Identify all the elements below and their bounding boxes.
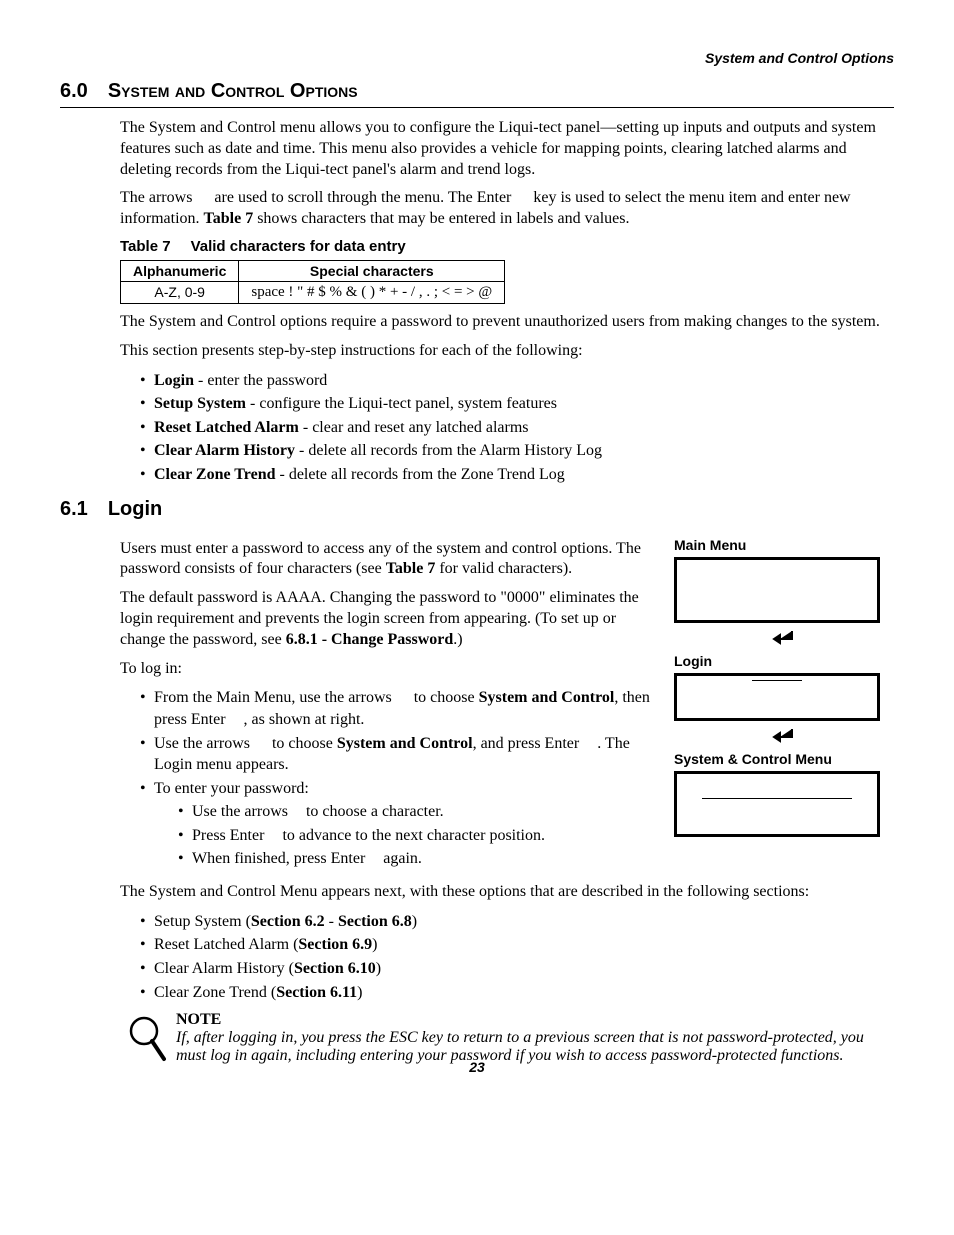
system-control-list: Login - enter the password Setup System … [140, 370, 894, 486]
screen-main-menu [674, 557, 880, 623]
td-alphanumeric: A-Z, 0-9 [121, 281, 239, 303]
list-item: To enter your password: Use the arrowsto… [140, 778, 654, 870]
heading-6-0: 6.0 System and Control Options [60, 80, 894, 108]
list-item: Reset Latched Alarm - clear and reset an… [140, 417, 894, 439]
list-item: Setup System - configure the Liqui-tect … [140, 393, 894, 415]
side-title-sys-ctrl: System & Control Menu [674, 751, 894, 767]
list-item: Press Enterto advance to the next charac… [178, 825, 654, 847]
para-intro: The System and Control menu allows you t… [120, 118, 894, 180]
para-to-login: To log in: [120, 659, 654, 680]
screen-login [674, 673, 880, 721]
para-keys: The arrows are used to scroll through th… [120, 188, 894, 230]
enter-arrow-icon [772, 629, 796, 647]
table7-caption: Table 7 Valid characters for data entry [120, 238, 894, 256]
list-item: Clear Alarm History (Section 6.10) [140, 958, 894, 980]
side-diagram: Main Menu Login System & Control Menu [674, 531, 894, 837]
heading-6-1: 6.1 Login [60, 498, 894, 521]
list-item: When finished, press Enteragain. [178, 848, 654, 870]
heading-num: 6.1 [60, 498, 88, 521]
note-block: NOTE If, after logging in, you press the… [120, 1011, 894, 1065]
side-title-main-menu: Main Menu [674, 537, 894, 553]
list-item: Login - enter the password [140, 370, 894, 392]
para-default-pw: The default password is AAAA. Changing t… [120, 588, 654, 650]
list-item: Reset Latched Alarm (Section 6.9) [140, 934, 894, 956]
screen-sys-ctrl [674, 771, 880, 837]
list-item: Clear Alarm History - delete all records… [140, 440, 894, 462]
list-item: From the Main Menu, use the arrows to ch… [140, 687, 654, 730]
para-login-intro: Users must enter a password to access an… [120, 539, 654, 581]
heading-num: 6.0 [60, 80, 88, 103]
list-item: Setup System (Section 6.2 - Section 6.8) [140, 911, 894, 933]
heading-title: Login [108, 498, 162, 521]
running-head: System and Control Options [60, 50, 894, 66]
th-special-chars: Special characters [239, 260, 505, 281]
enter-arrow-icon [772, 727, 796, 745]
list-item: Clear Zone Trend (Section 6.11) [140, 982, 894, 1004]
login-steps-list: From the Main Menu, use the arrows to ch… [140, 687, 654, 870]
td-special-chars: space ! " # $ % & ( ) * + - / , . ; < = … [239, 281, 505, 303]
th-alphanumeric: Alphanumeric [121, 260, 239, 281]
sections-list: Setup System (Section 6.2 - Section 6.8)… [140, 911, 894, 1003]
page-number: 23 [0, 1059, 954, 1075]
list-item: Use the arrows to choose System and Cont… [140, 733, 654, 776]
list-item: Use the arrowsto choose a character. [178, 801, 654, 823]
magnifier-icon [128, 1015, 166, 1063]
note-label: NOTE [176, 1011, 894, 1029]
para-list-intro: This section presents step-by-step instr… [120, 341, 894, 362]
heading-title: System and Control Options [108, 80, 358, 103]
para-password-note: The System and Control options require a… [120, 312, 894, 333]
para-menu-next: The System and Control Menu appears next… [120, 882, 894, 903]
side-title-login: Login [674, 653, 894, 669]
table7-valid-characters: Alphanumeric Special characters A-Z, 0-9… [120, 260, 505, 304]
list-item: Clear Zone Trend - delete all records fr… [140, 464, 894, 486]
